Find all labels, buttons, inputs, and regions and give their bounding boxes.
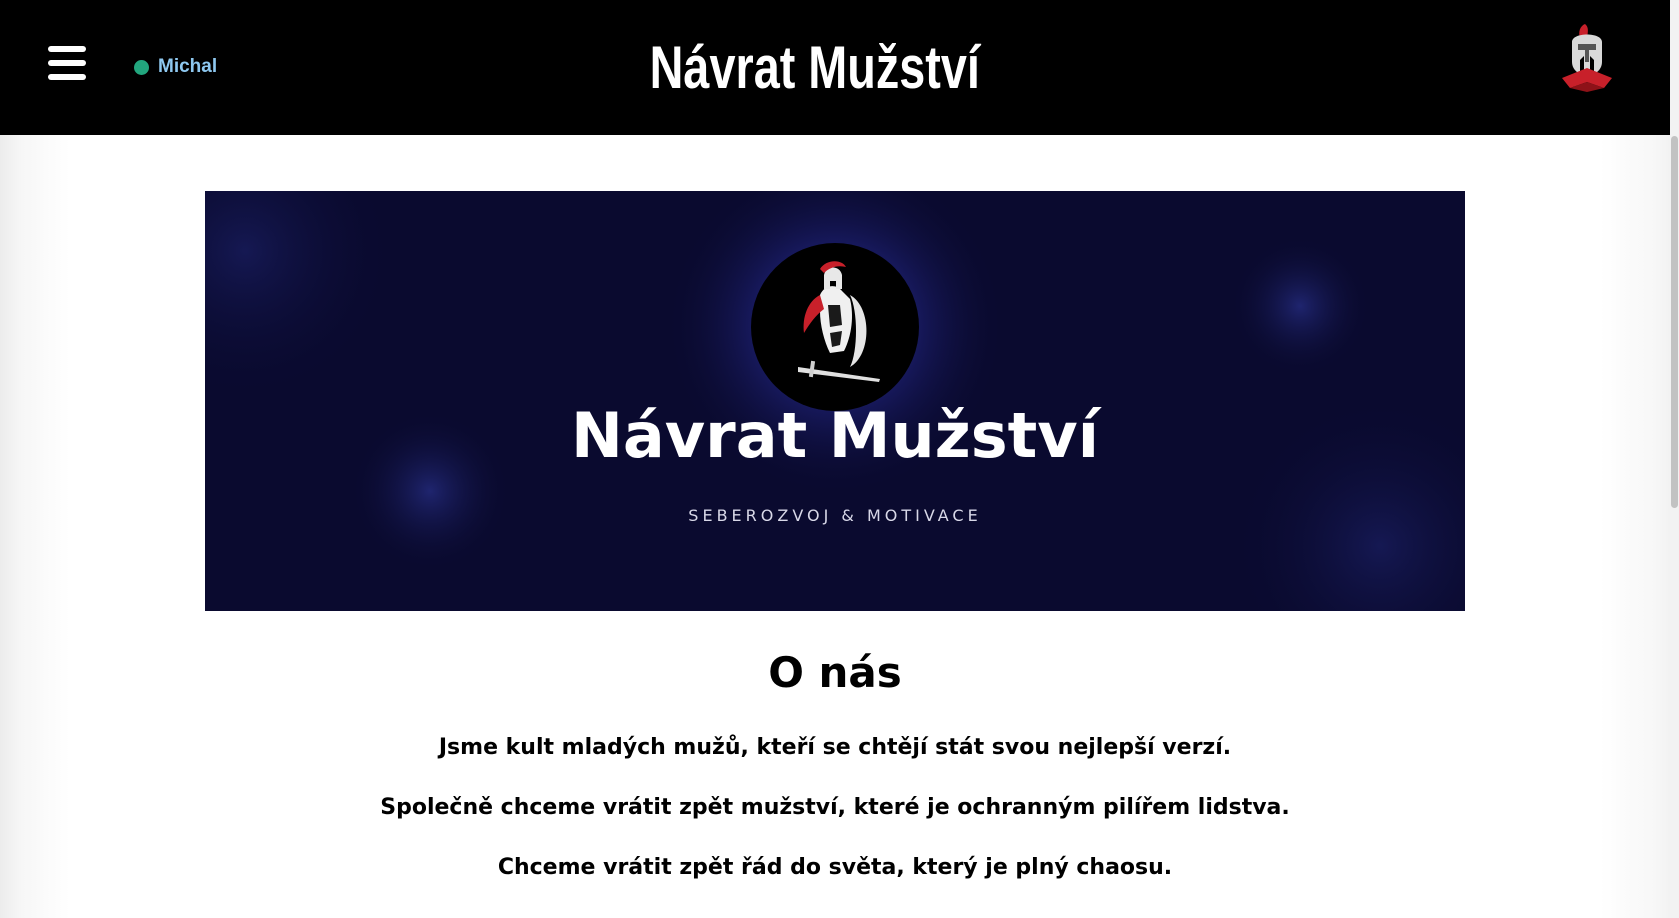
- about-paragraph: Jsme kult mladých mužů, kteří se chtějí …: [438, 735, 1232, 760]
- page: Michal Návrat Mužství Návrat Mužství SEB…: [0, 0, 1679, 918]
- vertical-scrollbar[interactable]: [1670, 0, 1679, 918]
- about-paragraph: Společně chceme vrátit zpět mužství, kte…: [380, 795, 1290, 820]
- scrollbar-thumb[interactable]: [1671, 136, 1678, 508]
- site-title: Návrat Mužství: [649, 34, 980, 101]
- about-heading: O nás: [768, 648, 902, 697]
- about-paragraph: Chceme vrátit zpět řád do světa, který j…: [497, 855, 1173, 880]
- banner-tagline: SEBEROZVOJ & MOTIVACE: [688, 506, 982, 525]
- spartan-warrior-icon: [798, 261, 880, 382]
- online-status-dot: [134, 59, 149, 75]
- hero-banner: Návrat Mužství SEBEROZVOJ & MOTIVACE: [205, 191, 1465, 611]
- spartan-helmet-icon[interactable]: [1556, 22, 1618, 94]
- top-navbar: Michal Návrat Mužství: [0, 0, 1670, 135]
- hamburger-menu-icon[interactable]: [48, 46, 86, 80]
- banner-heading: Návrat Mužství: [571, 399, 1099, 472]
